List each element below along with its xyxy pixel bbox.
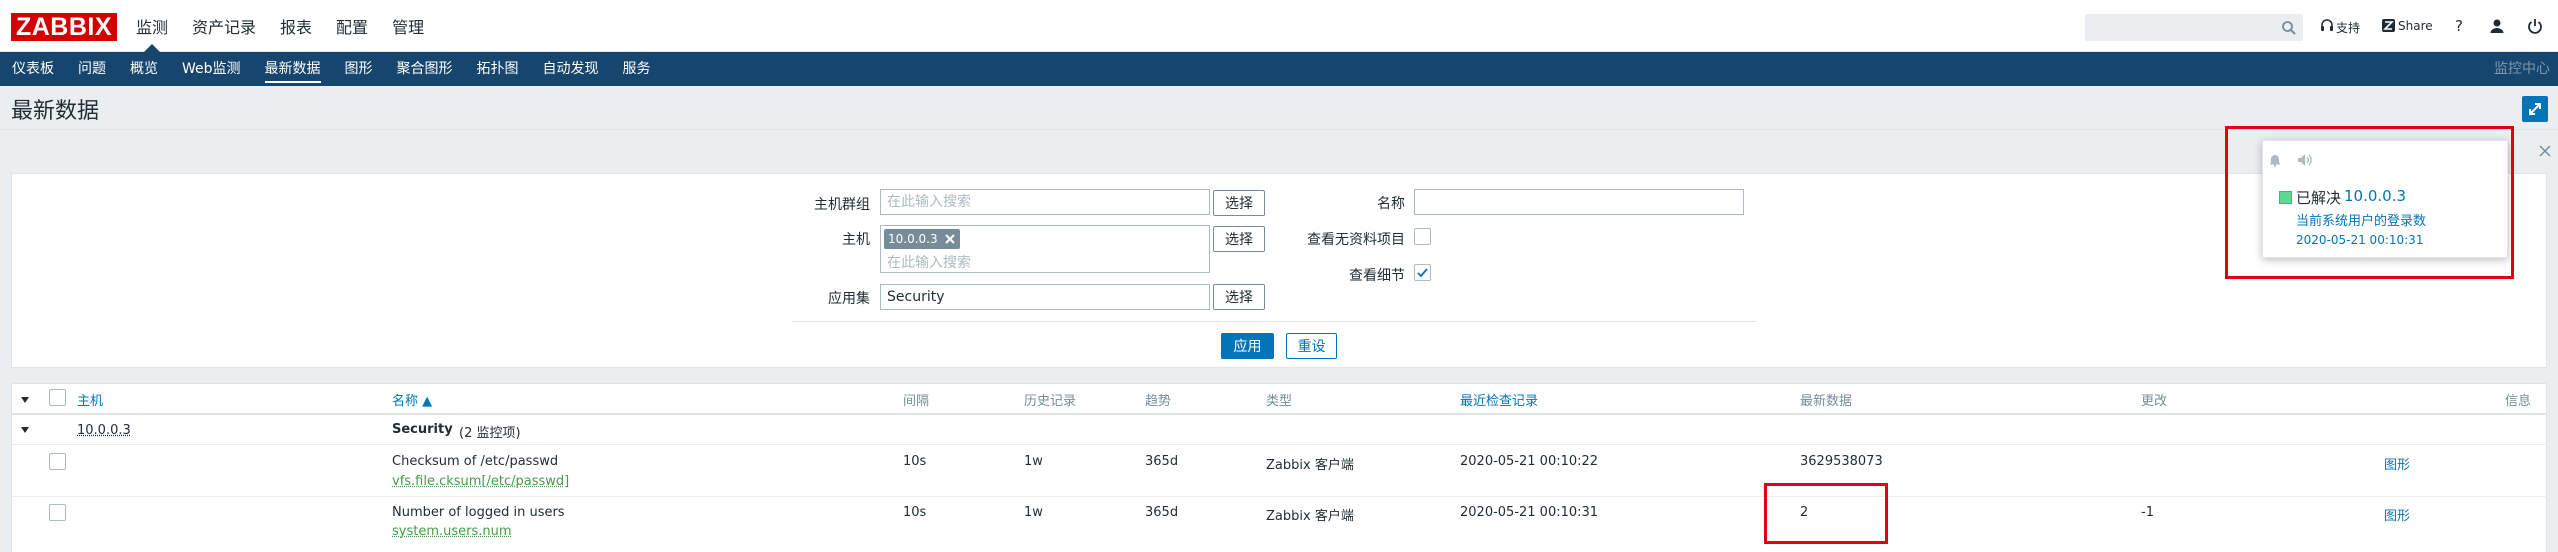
menu-inventory[interactable]: 资产记录 — [180, 0, 268, 52]
row-checkbox[interactable] — [49, 453, 66, 470]
sub-navigation: 仪表板 问题 概览 Web监测 最新数据 图形 聚合图形 拓扑图 自动发现 服务… — [0, 52, 2558, 86]
header-name[interactable]: 名称 ▲ — [392, 390, 432, 409]
reset-button[interactable]: 重设 — [1286, 333, 1337, 359]
notification-highlight — [2225, 126, 2514, 279]
zabbix-logo[interactable]: ZABBIX — [11, 13, 117, 41]
item-last-check: 2020-05-21 00:10:31 — [1460, 505, 1599, 520]
subnav-dashboard[interactable]: 仪表板 — [0, 52, 66, 86]
item-interval: 10s — [903, 505, 927, 520]
search-input[interactable] — [2086, 15, 2302, 40]
help-link[interactable]: ? — [2455, 17, 2463, 35]
item-history: 1w — [1024, 454, 1043, 469]
name-label: 名称 — [1377, 196, 1405, 212]
global-search — [2085, 14, 2303, 41]
name-input[interactable] — [1414, 189, 1744, 215]
group-application: Security — [392, 422, 453, 437]
application-select-button[interactable]: 选择 — [1213, 284, 1265, 310]
subnav-overview[interactable]: 概览 — [118, 52, 170, 86]
menu-reports[interactable]: 报表 — [268, 0, 324, 52]
remove-chip-icon[interactable] — [944, 233, 956, 245]
share-icon — [2382, 19, 2395, 32]
subnav-web[interactable]: Web监测 — [170, 52, 253, 86]
main-menu: 监测 资产记录 报表 配置 管理 — [124, 0, 436, 52]
user-profile-icon[interactable] — [2489, 18, 2505, 34]
host-multiselect[interactable]: 10.0.0.3 在此输入搜索 — [880, 225, 1210, 273]
header-change: 更改 — [2141, 394, 2168, 409]
header-interval: 间隔 — [903, 394, 930, 409]
apply-button[interactable]: 应用 — [1221, 333, 1274, 359]
header-history: 历史记录 — [1024, 394, 1077, 409]
select-all-checkbox[interactable] — [49, 389, 66, 406]
item-key[interactable]: vfs.file.cksum[/etc/passwd] — [392, 474, 569, 489]
item-graph-link[interactable]: 图形 — [2384, 454, 2410, 473]
show-details-checkbox[interactable] — [1414, 264, 1431, 281]
close-icon[interactable] — [2538, 144, 2552, 158]
collapse-all-icon[interactable] — [20, 395, 30, 405]
group-host[interactable]: 10.0.0.3 — [77, 423, 131, 438]
show-without-data-label: 查看无资料项目 — [1307, 232, 1405, 248]
application-input[interactable] — [880, 284, 1210, 310]
item-history: 1w — [1024, 505, 1043, 520]
application-label: 应用集 — [828, 291, 870, 307]
subnav-services[interactable]: 服务 — [611, 52, 663, 86]
share-link[interactable]: Share — [2398, 19, 2433, 33]
row-checkbox[interactable] — [49, 504, 66, 521]
page-title: 最新数据 — [11, 99, 100, 124]
subnav-section-label: 监控中心 — [2494, 61, 2550, 77]
subnav-maps[interactable]: 拓扑图 — [465, 52, 531, 86]
item-interval: 10s — [903, 454, 927, 469]
support-link[interactable]: 支持 — [2336, 19, 2360, 36]
row-divider — [11, 496, 2547, 497]
collapse-group-icon[interactable] — [20, 425, 30, 435]
item-last-check: 2020-05-21 00:10:22 — [1460, 454, 1599, 469]
header-last-value: 最新数据 — [1800, 394, 1853, 409]
item-type: Zabbix 客户端 — [1266, 509, 1354, 524]
item-trends: 365d — [1145, 454, 1179, 469]
item-change: -1 — [2141, 505, 2154, 520]
subnav-latest-data[interactable]: 最新数据 — [253, 52, 333, 86]
item-type: Zabbix 客户端 — [1266, 458, 1354, 473]
last-value-highlight — [1764, 483, 1888, 544]
show-details-label: 查看细节 — [1349, 268, 1405, 284]
checkmark-icon — [1417, 268, 1428, 278]
host-label: 主机 — [842, 232, 870, 248]
header-host[interactable]: 主机 — [77, 390, 103, 409]
show-without-data-checkbox[interactable] — [1414, 228, 1431, 245]
header-info: 信息 — [2505, 394, 2532, 409]
menu-monitoring[interactable]: 监测 — [124, 0, 180, 52]
row-divider — [11, 444, 2547, 445]
top-header: ZABBIX 监测 资产记录 报表 配置 管理 支持 Share ? — [0, 0, 2558, 52]
item-name: Checksum of /etc/passwd — [392, 454, 559, 469]
table-header-divider — [11, 413, 2547, 415]
host-search-placeholder[interactable]: 在此输入搜索 — [887, 252, 971, 272]
host-chip: 10.0.0.3 — [884, 229, 960, 249]
fullscreen-icon — [2529, 103, 2541, 115]
item-trends: 365d — [1145, 505, 1179, 520]
subnav-screens[interactable]: 聚合图形 — [385, 52, 465, 86]
search-icon[interactable] — [2281, 20, 2297, 36]
group-item-count: (2 监控项) — [459, 426, 521, 441]
menu-administration[interactable]: 管理 — [380, 0, 436, 52]
item-name: Number of logged in users — [392, 505, 565, 520]
subnav-discovery[interactable]: 自动发现 — [531, 52, 611, 86]
item-key[interactable]: system.users.num — [392, 524, 512, 539]
menu-configuration[interactable]: 配置 — [324, 0, 380, 52]
host-group-input[interactable] — [880, 189, 1210, 215]
item-graph-link[interactable]: 图形 — [2384, 505, 2410, 524]
filter-divider — [792, 321, 1756, 322]
title-divider — [0, 129, 2558, 130]
header-type: 类型 — [1266, 394, 1293, 409]
host-group-label: 主机群组 — [814, 197, 870, 213]
item-last-value: 3629538073 — [1800, 454, 1883, 469]
subnav-graphs[interactable]: 图形 — [333, 52, 385, 86]
fullscreen-button[interactable] — [2522, 96, 2548, 122]
headset-icon — [2321, 19, 2333, 31]
logout-power-icon[interactable] — [2527, 18, 2543, 34]
header-last-check[interactable]: 最近检查记录 — [1460, 390, 1538, 409]
header-trends: 趋势 — [1145, 394, 1172, 409]
subnav-problems[interactable]: 问题 — [66, 52, 118, 86]
host-chip-label: 10.0.0.3 — [888, 232, 938, 246]
